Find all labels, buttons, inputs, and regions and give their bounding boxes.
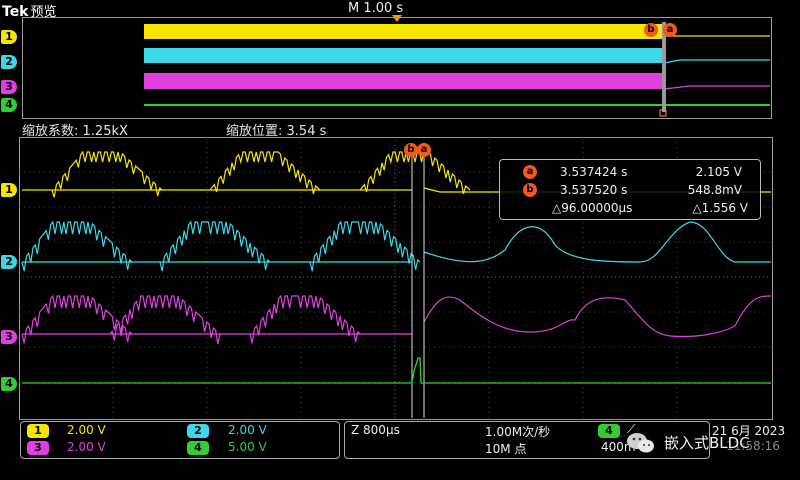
cursor-a-value: 2.105 V (695, 165, 742, 179)
ch4-scale: 5.00 V (228, 440, 267, 454)
ch2-ground-marker[interactable]: 2 (1, 255, 17, 269)
wechat-icon (627, 433, 654, 453)
cursor-b-row: b 3.537520 s 548.8mV (500, 182, 760, 200)
record-length: 10M 点 (485, 442, 527, 456)
ch2-scale: 2.00 V (228, 423, 267, 437)
sample-rate: 1.00M次/秒 (485, 425, 551, 439)
ch3-scale: 2.00 V (67, 440, 106, 454)
cursor-a-time: 3.537424 s (560, 165, 628, 179)
watermark-text: 嵌入式BLDC (664, 434, 750, 452)
cursor-b-badge: b (523, 183, 537, 197)
ch1-chip[interactable]: 1 (27, 424, 49, 438)
cursor-a-badge: a (523, 165, 537, 179)
zoom-traces (21, 150, 772, 418)
ch4-trace (22, 357, 771, 384)
ch3-ground-marker[interactable]: 3 (1, 330, 17, 344)
ch1-scale: 2.00 V (67, 423, 106, 437)
zoom-cursor-b-badge[interactable]: b (404, 143, 418, 157)
ch2-chip[interactable]: 2 (187, 424, 209, 438)
ch2-tail (423, 221, 771, 263)
ch3-trace (21, 294, 361, 345)
vertical-scale-panel[interactable]: 1 2.00 V 2 2.00 V 3 2.00 V 4 5.00 V (20, 421, 340, 459)
cursor-readout[interactable]: a 3.537424 s 2.105 V b 3.537520 s 548.8m… (499, 159, 761, 220)
ch4-ground-marker[interactable]: 4 (1, 377, 17, 391)
ch1-ground-marker[interactable]: 1 (1, 183, 17, 197)
cursor-delta-row: △96.00000µs △1.556 V (500, 200, 760, 218)
cursor-b-value: 548.8mV (687, 183, 742, 197)
trigger-channel-chip[interactable]: 4 (598, 424, 620, 438)
zoom-timebase: Z 800µs (351, 423, 400, 437)
ch3-tail (423, 295, 772, 338)
delta-value: △1.556 V (692, 201, 748, 215)
ch4-chip[interactable]: 4 (187, 441, 209, 455)
ch3-chip[interactable]: 3 (27, 441, 49, 455)
cursor-a-row: a 3.537424 s 2.105 V (500, 164, 760, 182)
zoom-cursor-a-badge[interactable]: a (417, 143, 431, 157)
delta-time: △96.00000µs (552, 201, 633, 215)
cursor-b-time: 3.537520 s (560, 183, 628, 197)
ch2-trace (21, 220, 421, 272)
